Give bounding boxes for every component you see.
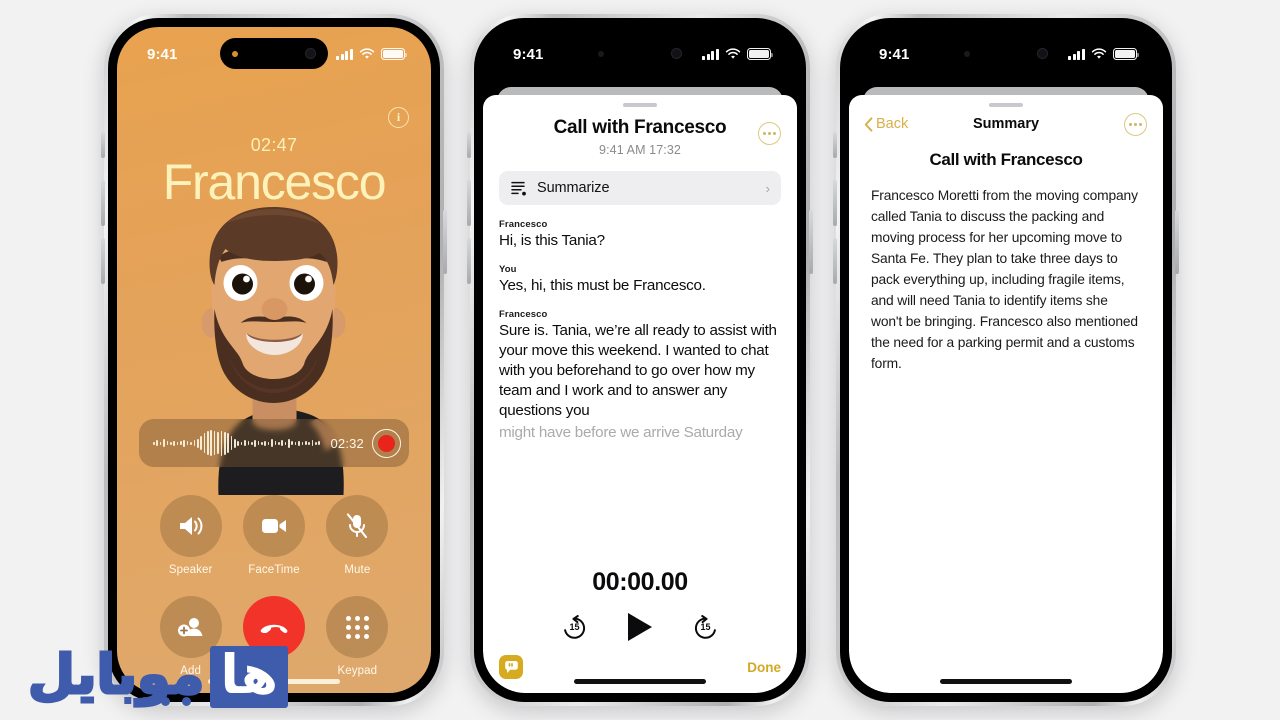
back-label: Back — [876, 116, 909, 132]
control-mute[interactable]: Mute — [326, 495, 389, 576]
call-recording-bar[interactable]: 02:32 — [139, 419, 409, 467]
power-button[interactable] — [1175, 210, 1179, 274]
phone-3-summary: 9:41 Back Summary Call with Francesco Fr… — [833, 14, 1179, 706]
skip-forward-label: 15 — [700, 622, 711, 632]
recording-elapsed: 02:32 — [330, 435, 364, 451]
control-speaker[interactable]: Speaker — [159, 495, 222, 576]
site-watermark: موبايل ها — [22, 646, 289, 708]
phone-2-screen: 9:41 Call with Francesco 9:41 AM 17:32 S… — [483, 27, 797, 693]
summary-sheet: Back Summary Call with Francesco Frances… — [849, 95, 1163, 693]
power-button[interactable] — [443, 210, 447, 274]
skip-forward-15-button[interactable]: 15 — [692, 614, 719, 641]
front-camera — [671, 48, 682, 59]
chevron-right-icon: › — [765, 180, 770, 196]
transcript-list[interactable]: Francesco Hi, is this Tania? You Yes, hi, t… — [483, 205, 797, 568]
phone-3-bezel: 9:41 Back Summary Call with Francesco Fr… — [840, 18, 1172, 702]
control-label: Mute — [344, 564, 371, 576]
summarize-icon — [511, 181, 526, 195]
summarize-label: Summarize — [537, 180, 610, 196]
recording-sheet: Call with Francesco 9:41 AM 17:32 Summar… — [483, 95, 797, 693]
control-label: Keypad — [337, 665, 378, 677]
transcript-bubble-icon — [504, 661, 518, 673]
phone-2-call-recording: 9:41 Call with Francesco 9:41 AM 17:32 S… — [467, 14, 813, 706]
summarize-row[interactable]: Summarize › — [499, 171, 781, 205]
transcript-speaker: Francesco — [499, 219, 548, 230]
player-timecode: 00:00.00 — [592, 568, 688, 596]
control-facetime[interactable]: FaceTime — [242, 495, 305, 576]
caller-name: Francesco — [162, 154, 387, 210]
phone-2-bezel: 9:41 Call with Francesco 9:41 AM 17:32 S… — [474, 18, 806, 702]
summary-nav-bar: Back Summary — [849, 107, 1163, 136]
transcript-line: Sure is. Tania, we’re all ready to assis… — [499, 322, 777, 420]
power-button[interactable] — [809, 210, 813, 274]
control-keypad[interactable]: Keypad — [326, 596, 389, 677]
volume-down-button[interactable] — [467, 238, 471, 284]
audio-player: 00:00.00 15 15 — [483, 568, 797, 641]
summary-heading: Call with Francesco — [929, 150, 1083, 169]
keypad-icon — [345, 615, 369, 639]
phone-3-screen: 9:41 Back Summary Call with Francesco Fr… — [849, 27, 1163, 693]
recording-indicator-dot — [232, 50, 238, 57]
keypad-button[interactable] — [326, 596, 389, 658]
add-contact-icon — [177, 618, 203, 637]
transcript-speaker: Francesco — [499, 309, 548, 321]
speaker-icon — [179, 517, 203, 535]
phone-1-screen: 9:41 i 02:47 Francesco 02:32 Speaker Fac… — [117, 27, 431, 693]
phone-1-bezel: 9:41 i 02:47 Francesco 02:32 Speaker Fac… — [108, 18, 440, 702]
stop-recording-button[interactable] — [372, 428, 401, 458]
dynamic-island[interactable] — [952, 38, 1060, 69]
sheet-subtitle: 9:41 AM 17:32 — [599, 143, 681, 157]
volume-down-button[interactable] — [101, 238, 105, 284]
recording-indicator-dot — [964, 50, 970, 57]
volume-down-button[interactable] — [833, 238, 837, 284]
transcript-line: might have before we arrive Saturday — [499, 424, 743, 442]
front-camera — [1037, 48, 1048, 59]
home-indicator[interactable] — [940, 679, 1072, 684]
chevron-left-icon — [864, 116, 873, 132]
sheet-header: Call with Francesco 9:41 AM 17:32 — [483, 107, 797, 157]
facetime-button[interactable] — [242, 495, 305, 557]
summary-body: Francesco Moretti from the moving compan… — [871, 188, 1138, 371]
done-button[interactable]: Done — [747, 660, 781, 675]
video-camera-icon — [261, 519, 286, 533]
mute-button[interactable] — [326, 495, 389, 557]
end-call-icon — [260, 624, 288, 634]
skip-back-label: 15 — [569, 622, 580, 632]
mute-switch[interactable] — [467, 132, 471, 158]
back-button[interactable]: Back — [864, 116, 908, 132]
more-options-button[interactable] — [758, 122, 781, 145]
microphone-muted-icon — [347, 513, 368, 539]
watermark-dots — [140, 697, 191, 706]
transcript-speaker: You — [499, 264, 517, 276]
screenshot-canvas: 9:41 i 02:47 Francesco 02:32 Speaker Fac… — [0, 0, 1280, 720]
watermark-solid-text: ها — [210, 646, 289, 708]
volume-up-button[interactable] — [467, 180, 471, 226]
transcript-toggle-button[interactable] — [499, 655, 523, 679]
dynamic-island[interactable] — [220, 38, 328, 69]
transcript-line: Yes, hi, this must be Francesco. — [499, 277, 706, 295]
control-label: Speaker — [168, 564, 213, 576]
speaker-button[interactable] — [159, 495, 222, 557]
skip-back-15-button[interactable]: 15 — [561, 614, 588, 641]
play-button[interactable] — [628, 613, 652, 641]
transcript-line: Hi, is this Tania? — [499, 232, 605, 249]
volume-up-button[interactable] — [101, 180, 105, 226]
mute-switch[interactable] — [833, 132, 837, 158]
audio-waveform — [153, 430, 322, 456]
phone-1-in-call: 9:41 i 02:47 Francesco 02:32 Speaker Fac… — [101, 14, 447, 706]
control-label: FaceTime — [248, 564, 300, 576]
volume-up-button[interactable] — [833, 180, 837, 226]
home-indicator[interactable] — [574, 679, 706, 684]
player-controls: 15 15 — [499, 613, 781, 641]
front-camera — [305, 48, 316, 59]
sheet-title: Call with Francesco — [553, 117, 727, 138]
mute-switch[interactable] — [101, 132, 105, 158]
sheet-footer: Done — [483, 641, 797, 693]
call-info-button[interactable]: i — [388, 107, 409, 128]
more-options-button[interactable] — [1124, 113, 1147, 136]
recording-indicator-dot — [598, 50, 604, 57]
dynamic-island[interactable] — [586, 38, 694, 69]
